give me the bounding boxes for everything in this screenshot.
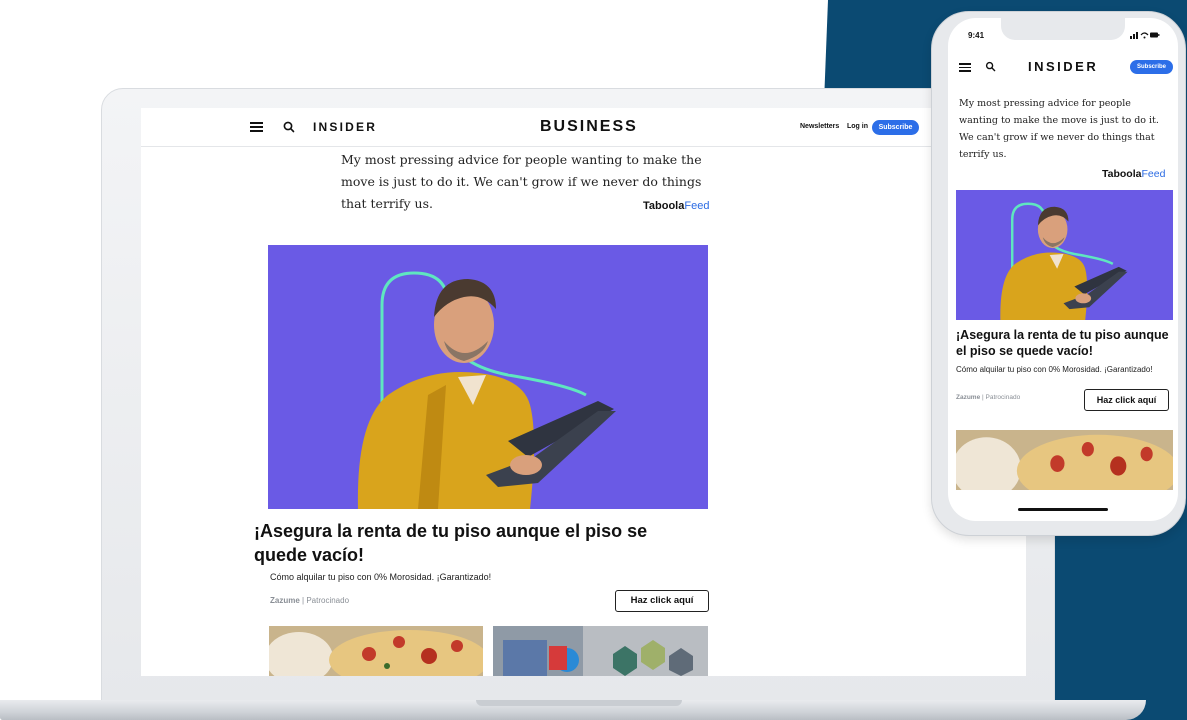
ad-sponsored: Patrocinado (306, 596, 350, 605)
ad-sponsored: Patrocinado (985, 394, 1021, 401)
ad-headline[interactable]: ¡Asegura la renta de tu piso aunque el p… (956, 327, 1170, 359)
newsletters-link[interactable]: Newsletters (800, 123, 839, 130)
ad-headline[interactable]: ¡Asegura la renta de tu piso aunque el p… (254, 519, 674, 567)
man-with-laptop-illustration (956, 190, 1173, 320)
taboola-brand: Taboola (643, 200, 685, 212)
ad-meta: Zazume | Patrocinado (956, 394, 1021, 401)
phone-screen: 9:41 INSIDER Subscribe My most pressing … (948, 18, 1178, 521)
insider-logo[interactable]: INSIDER (1028, 59, 1098, 74)
hamburger-icon[interactable] (959, 63, 971, 72)
ad-description: Cómo alquilar tu piso con 0% Morosidad. … (270, 572, 492, 582)
status-time: 9:41 (968, 31, 985, 40)
pizza-image (269, 626, 483, 676)
laptop-screen: INSIDER BUSINESS Newsletters Log in Subs… (141, 108, 1026, 676)
search-icon[interactable] (282, 120, 296, 134)
laptop-hinge-notch (476, 700, 682, 706)
login-link[interactable]: Log in (847, 123, 868, 130)
subscribe-button[interactable]: Subscribe (1130, 60, 1173, 74)
subscribe-button[interactable]: Subscribe (872, 120, 919, 135)
pizza-image (956, 430, 1173, 490)
section-title[interactable]: BUSINESS (540, 118, 638, 136)
site-header: INSIDER BUSINESS Newsletters Log in Subs… (141, 108, 1026, 147)
taboola-feed: Feed (1141, 168, 1166, 180)
ad-advertiser: Zazume (956, 394, 981, 401)
home-indicator[interactable] (1018, 508, 1108, 511)
taboola-feed-label[interactable]: TaboolaFeed (1102, 168, 1165, 180)
ad-meta: Zazume | Patrocinado (270, 596, 350, 605)
taboola-feed-label[interactable]: TaboolaFeed (643, 200, 709, 212)
ad-hero-image[interactable] (268, 245, 708, 509)
ad-cta-button[interactable]: Haz click aquí (1084, 389, 1169, 411)
status-icons (1130, 32, 1160, 39)
taboola-brand: Taboola (1102, 168, 1142, 180)
products-image (493, 626, 708, 676)
pizza-thumbnail[interactable] (269, 626, 483, 676)
man-with-laptop-illustration (268, 245, 708, 509)
phone-notch (1001, 18, 1125, 40)
ad-cta-button[interactable]: Haz click aquí (615, 590, 709, 612)
pizza-thumbnail[interactable] (956, 430, 1173, 490)
taboola-feed: Feed (684, 200, 710, 212)
products-thumbnail[interactable] (493, 626, 708, 676)
insider-logo[interactable]: INSIDER (313, 120, 377, 134)
search-icon[interactable] (985, 61, 996, 72)
ad-advertiser: Zazume (270, 596, 300, 605)
hamburger-icon[interactable] (250, 122, 263, 132)
ad-hero-image[interactable] (956, 190, 1173, 320)
ad-description: Cómo alquilar tu piso con 0% Morosidad. … (956, 365, 1153, 374)
article-quote: My most pressing advice for people wanti… (959, 98, 1159, 160)
